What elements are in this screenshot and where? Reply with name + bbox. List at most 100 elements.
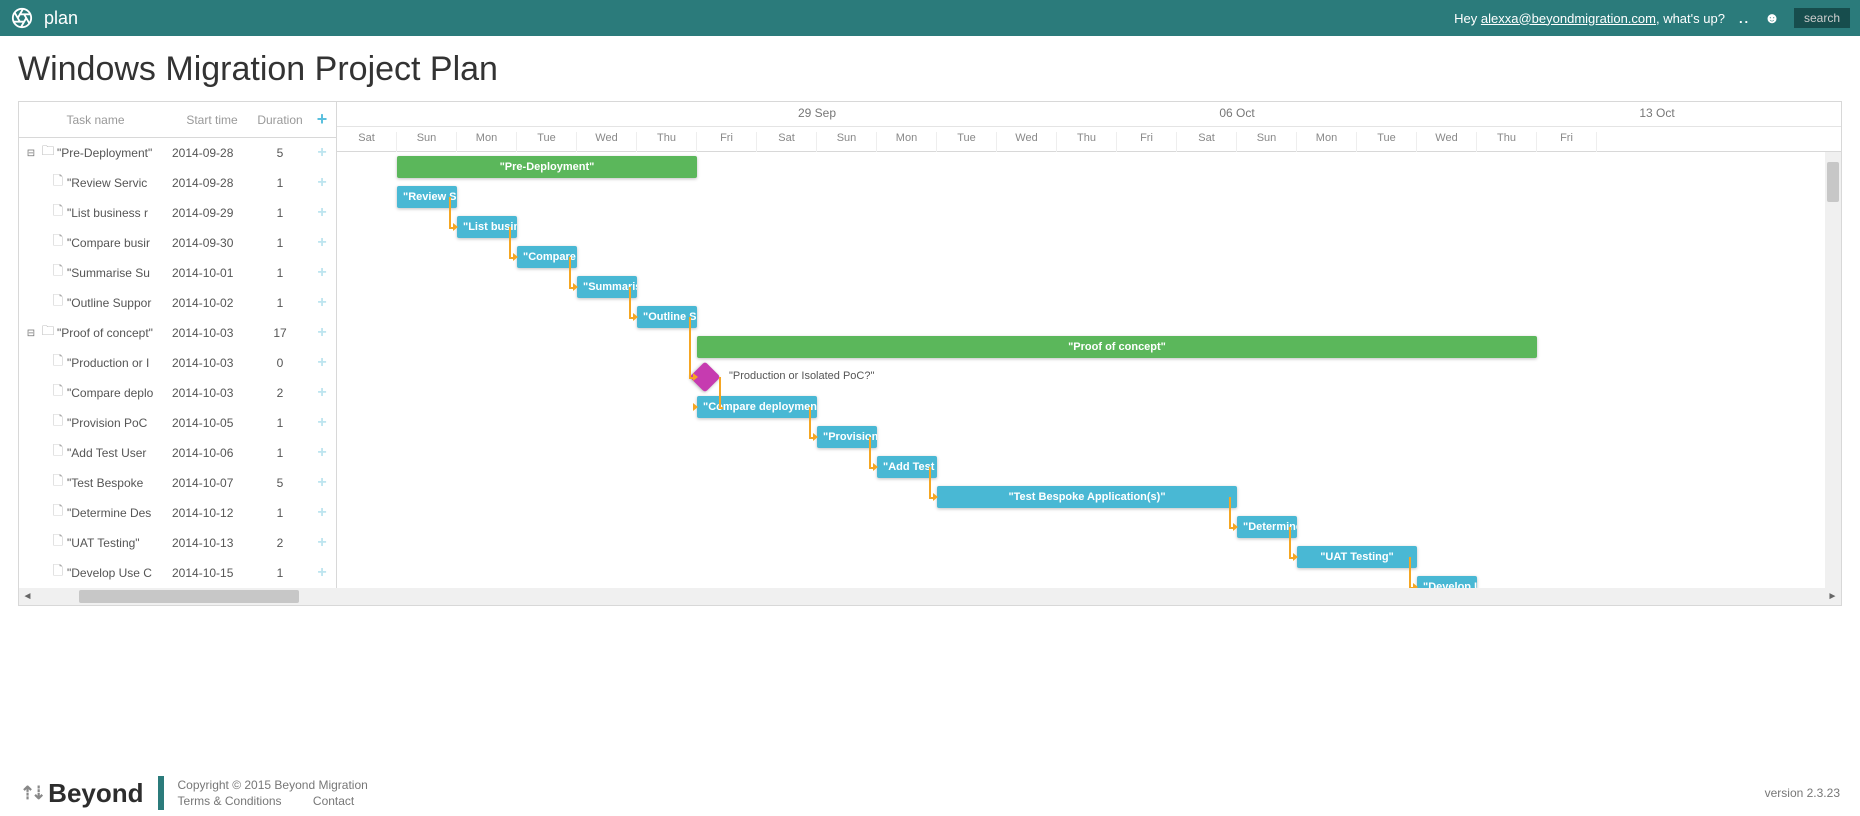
day-label: Sat xyxy=(337,132,397,152)
task-row[interactable]: ⊟"Compare deplo2014-10-032+ xyxy=(19,378,336,408)
day-label: Sun xyxy=(817,132,877,152)
gantt-task-bar[interactable]: "Test Bespoke Application(s)" xyxy=(937,486,1237,508)
task-row[interactable]: ⊟"Determine Des2014-10-121+ xyxy=(19,498,336,528)
col-duration: Duration xyxy=(252,113,308,127)
task-row[interactable]: ⊟"Summarise Su2014-10-011+ xyxy=(19,258,336,288)
day-label: Tue xyxy=(1357,132,1417,152)
gantt-task-bar[interactable]: "UAT Testing" xyxy=(1297,546,1417,568)
task-row[interactable]: ⊟"Develop Use C2014-10-151+ xyxy=(19,558,336,588)
gantt-timeline[interactable]: 29 Sep06 Oct13 Oct SatSunMonTueWedThuFri… xyxy=(337,102,1841,588)
add-subtask-button[interactable]: + xyxy=(308,564,336,582)
add-subtask-button[interactable]: + xyxy=(308,144,336,162)
gantt-task-bar[interactable]: "Determine l xyxy=(1237,516,1297,538)
milestone-label: "Production or Isolated PoC?" xyxy=(729,370,874,382)
task-duration: 1 xyxy=(252,296,308,310)
logo-arrows-icon: ⇡⇣ xyxy=(20,783,42,804)
task-row[interactable]: ⊟"UAT Testing"2014-10-132+ xyxy=(19,528,336,558)
task-row[interactable]: ⊟"Outline Suppor2014-10-021+ xyxy=(19,288,336,318)
task-row[interactable]: ⊟"Review Servic2014-09-281+ xyxy=(19,168,336,198)
face-icon[interactable]: ☻ xyxy=(1764,10,1780,27)
task-start: 2014-09-28 xyxy=(172,146,252,160)
task-group-row[interactable]: ⊟"Proof of concept"2014-10-0317+ xyxy=(19,318,336,348)
collapse-toggle[interactable]: ⊟ xyxy=(23,148,39,159)
task-duration: 5 xyxy=(252,146,308,160)
task-start: 2014-10-02 xyxy=(172,296,252,310)
file-icon xyxy=(49,352,67,374)
gantt-task-bar[interactable]: "Compare deployment op xyxy=(697,396,817,418)
task-duration: 1 xyxy=(252,566,308,580)
collapse-toggle[interactable]: ⊟ xyxy=(23,328,39,339)
file-icon xyxy=(49,412,67,434)
scrollbar-thumb[interactable] xyxy=(1827,162,1839,202)
day-label: Sun xyxy=(1237,132,1297,152)
add-subtask-button[interactable]: + xyxy=(308,174,336,192)
footer-terms-link[interactable]: Terms & Conditions xyxy=(178,794,282,808)
task-name: "Develop Use C xyxy=(67,566,172,580)
greeting-post: , what's up? xyxy=(1656,11,1725,26)
gantt-task-bar[interactable]: "Outline Sup xyxy=(637,306,697,328)
task-duration: 1 xyxy=(252,176,308,190)
gantt-task-bar[interactable]: "Review Ser xyxy=(397,186,457,208)
col-task-name: Task name xyxy=(19,113,172,127)
scroll-left-button[interactable]: ◄ xyxy=(19,588,36,605)
day-label: Sat xyxy=(1177,132,1237,152)
day-label: Tue xyxy=(937,132,997,152)
gantt-summary-bar[interactable]: "Proof of concept" xyxy=(697,336,1537,358)
footer-contact-link[interactable]: Contact xyxy=(313,794,354,808)
file-icon xyxy=(49,202,67,224)
task-duration: 1 xyxy=(252,506,308,520)
task-duration: 1 xyxy=(252,236,308,250)
gantt-summary-bar[interactable]: "Pre-Deployment" xyxy=(397,156,697,178)
task-start: 2014-10-05 xyxy=(172,416,252,430)
footer-brand: Beyond xyxy=(48,778,143,809)
task-row[interactable]: ⊟"List business r2014-09-291+ xyxy=(19,198,336,228)
add-subtask-button[interactable]: + xyxy=(308,354,336,372)
task-start: 2014-10-01 xyxy=(172,266,252,280)
gantt-task-bar[interactable]: "Summarise xyxy=(577,276,637,298)
task-name: "Review Servic xyxy=(67,176,172,190)
task-row[interactable]: ⊟"Add Test User2014-10-061+ xyxy=(19,438,336,468)
day-label: Mon xyxy=(1297,132,1357,152)
horizontal-scrollbar[interactable]: ◄ ► xyxy=(19,588,1841,605)
add-subtask-button[interactable]: + xyxy=(308,384,336,402)
search-button[interactable]: search xyxy=(1794,8,1850,28)
gantt-task-bar[interactable]: "List busines xyxy=(457,216,517,238)
greeting-pre: Hey xyxy=(1454,11,1481,26)
day-label: Wed xyxy=(577,132,637,152)
add-subtask-button[interactable]: + xyxy=(308,444,336,462)
day-label: Mon xyxy=(457,132,517,152)
add-subtask-button[interactable]: + xyxy=(308,534,336,552)
add-subtask-button[interactable]: + xyxy=(308,264,336,282)
gantt-task-bar[interactable]: "Compare b xyxy=(517,246,577,268)
gantt-chart-area[interactable]: "Pre-Deployment" "Review Ser"List busines… xyxy=(337,152,1841,588)
gantt-task-bar[interactable]: "Develop Us xyxy=(1417,576,1477,588)
add-column-button[interactable]: + xyxy=(317,109,328,129)
gantt-task-bar[interactable]: "Provision P xyxy=(817,426,877,448)
add-subtask-button[interactable]: + xyxy=(308,474,336,492)
day-label: Fri xyxy=(697,132,757,152)
day-label: Sat xyxy=(757,132,817,152)
aperture-icon xyxy=(10,6,34,30)
task-row[interactable]: ⊟"Compare busir2014-09-301+ xyxy=(19,228,336,258)
task-name: "Summarise Su xyxy=(67,266,172,280)
more-icon[interactable]: .. xyxy=(1739,11,1750,26)
scroll-right-button[interactable]: ► xyxy=(1824,588,1841,605)
add-subtask-button[interactable]: + xyxy=(308,294,336,312)
hscrollbar-thumb[interactable] xyxy=(79,590,299,603)
file-icon xyxy=(49,442,67,464)
add-subtask-button[interactable]: + xyxy=(308,234,336,252)
file-icon xyxy=(49,232,67,254)
task-name: "Compare deplo xyxy=(67,386,172,400)
vertical-scrollbar[interactable] xyxy=(1825,152,1841,588)
greeting-email-link[interactable]: alexxa@beyondmigration.com xyxy=(1481,11,1656,26)
add-subtask-button[interactable]: + xyxy=(308,324,336,342)
gantt-task-bar[interactable]: "Add Test Us xyxy=(877,456,937,478)
task-row[interactable]: ⊟"Production or I2014-10-030+ xyxy=(19,348,336,378)
task-group-row[interactable]: ⊟"Pre-Deployment"2014-09-285+ xyxy=(19,138,336,168)
task-row[interactable]: ⊟"Provision PoC2014-10-051+ xyxy=(19,408,336,438)
add-subtask-button[interactable]: + xyxy=(308,414,336,432)
add-subtask-button[interactable]: + xyxy=(308,204,336,222)
add-subtask-button[interactable]: + xyxy=(308,504,336,522)
task-row[interactable]: ⊟"Test Bespoke2014-10-075+ xyxy=(19,468,336,498)
task-table-header: Task name Start time Duration + xyxy=(19,102,336,138)
